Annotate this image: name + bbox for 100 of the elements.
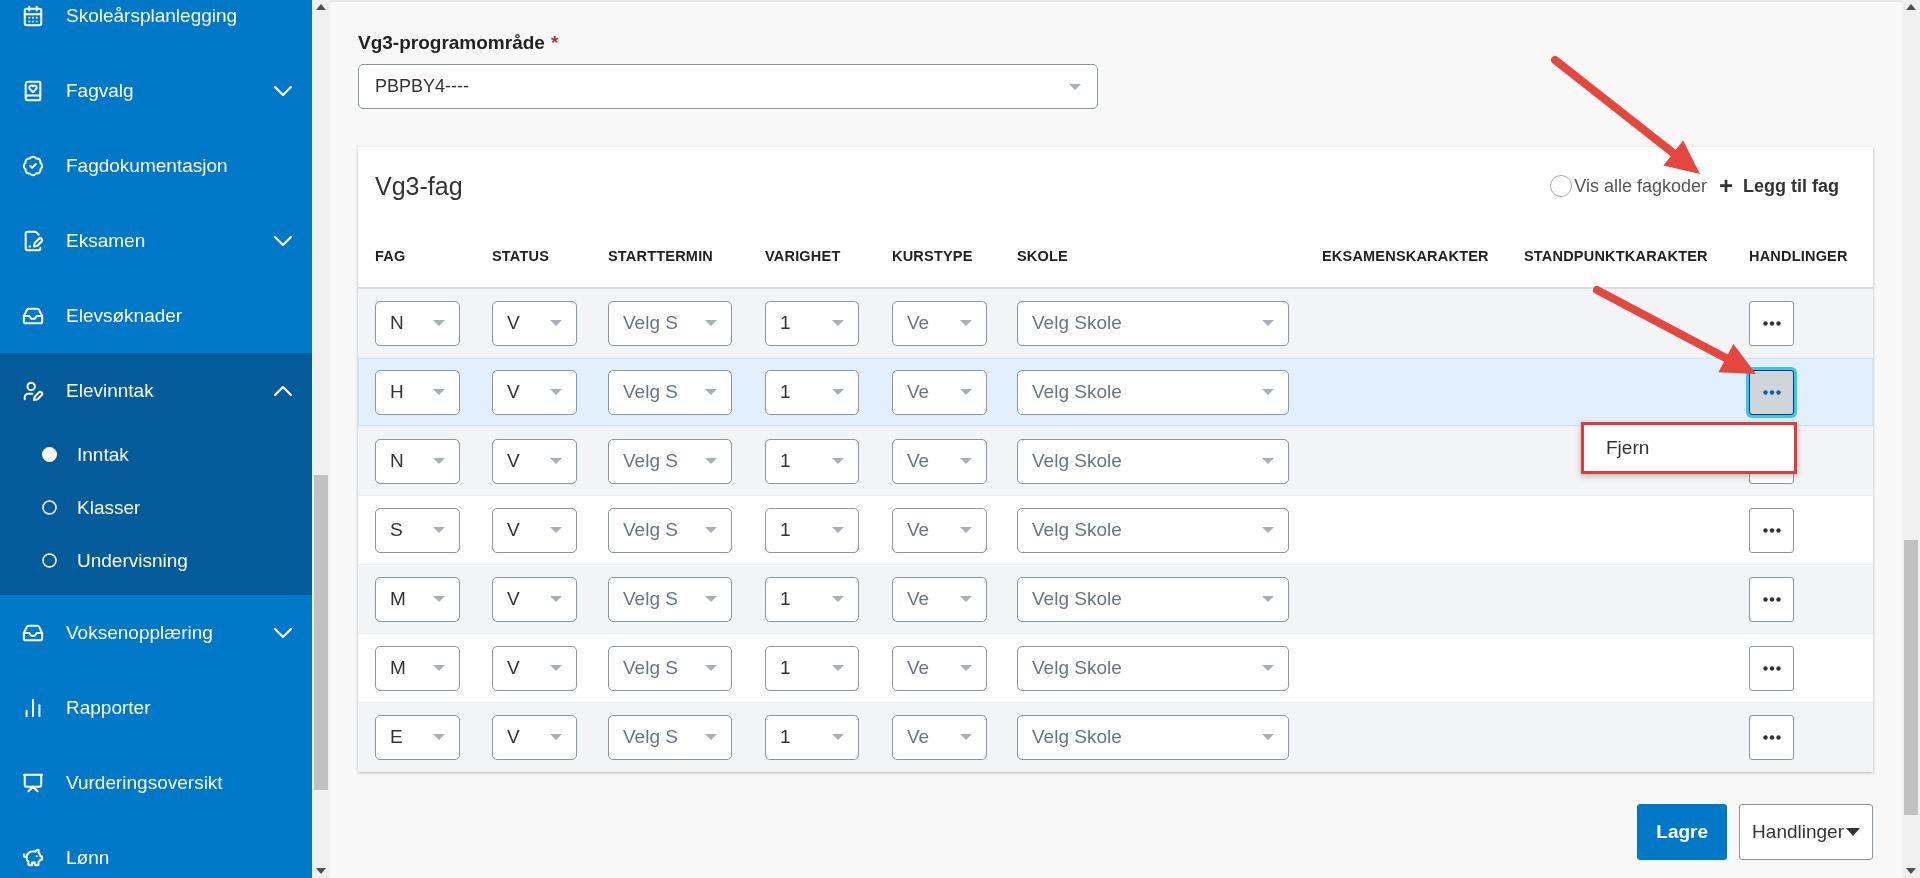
select-field[interactable]: Ve — [892, 714, 987, 760]
caret-icon — [1262, 389, 1274, 395]
more-icon — [1762, 389, 1781, 395]
actions-button[interactable] — [1749, 369, 1794, 415]
caret-icon — [550, 458, 562, 464]
more-icon — [1762, 527, 1781, 533]
caret-icon — [705, 665, 717, 671]
caret-icon — [550, 320, 562, 326]
select-field[interactable]: Velg Skole — [1017, 576, 1289, 622]
caret-icon — [550, 389, 562, 395]
select-field[interactable]: 1 — [765, 300, 859, 346]
sidebar-icon — [22, 846, 44, 869]
show-all-checkbox[interactable]: Vis alle fagkoder — [1550, 175, 1707, 197]
select-field[interactable]: Ve — [892, 300, 987, 346]
select-field[interactable]: Velg Skole — [1017, 714, 1289, 760]
select-field[interactable]: 1 — [765, 438, 859, 484]
sidebar-item[interactable]: Rapporter — [0, 670, 312, 745]
sidebar-item[interactable]: Vurderingsoversikt — [0, 745, 312, 820]
select-field[interactable]: Velg S — [608, 300, 732, 346]
select-field[interactable]: H — [375, 369, 460, 415]
select-field[interactable]: N — [375, 438, 460, 484]
sidebar-item[interactable]: Eksamen — [0, 203, 312, 278]
select-field[interactable]: 1 — [765, 369, 859, 415]
card-title: Vg3-fag — [375, 171, 464, 201]
sidebar-icon — [22, 4, 44, 27]
select-field[interactable]: V — [492, 576, 577, 622]
scrollbar[interactable] — [1902, 0, 1920, 878]
select-field[interactable]: M — [375, 576, 460, 622]
select-field[interactable]: Velg Skole — [1017, 507, 1289, 553]
sidebar-item[interactable]: Fagvalg — [0, 53, 312, 128]
actions-button[interactable] — [1749, 507, 1794, 553]
select-field[interactable]: M — [375, 645, 460, 691]
caret-icon — [832, 734, 844, 740]
select-field[interactable]: V — [492, 300, 577, 346]
save-button[interactable]: Lagre — [1637, 804, 1728, 860]
actions-button[interactable] — [1749, 576, 1794, 622]
select-field[interactable]: Velg S — [608, 714, 732, 760]
select-field[interactable]: E — [375, 714, 460, 760]
caret-icon — [433, 734, 445, 740]
caret-icon — [832, 665, 844, 671]
select-field[interactable]: Ve — [892, 438, 987, 484]
sidebar-subitem[interactable]: Inntak — [0, 428, 312, 481]
add-subject-button[interactable]: + Legg til fag — [1719, 174, 1839, 198]
select-field[interactable]: Ve — [892, 645, 987, 691]
select-field[interactable]: Velg Skole — [1017, 438, 1289, 484]
sidebar-item[interactable]: Skoleårsplanlegging — [0, 0, 312, 53]
select-field[interactable]: Ve — [892, 507, 987, 553]
select-field[interactable]: Velg S — [608, 438, 732, 484]
column-header: HANDLINGER — [1749, 248, 1849, 264]
sidebar-item[interactable]: Voksenopplæring — [0, 595, 312, 670]
caret-icon — [1262, 665, 1274, 671]
caret-icon — [1846, 828, 1860, 836]
sidebar-item[interactable]: Fagdokumentasjon — [0, 128, 312, 203]
select-field[interactable]: Velg S — [608, 507, 732, 553]
sidebar-icon — [22, 379, 44, 402]
program-select[interactable]: PBPBY4---- — [358, 64, 1098, 109]
caret-icon — [832, 596, 844, 602]
select-field[interactable]: V — [492, 438, 577, 484]
column-header: EKSAMENSKARAKTER — [1322, 248, 1490, 264]
select-field[interactable]: 1 — [765, 507, 859, 553]
select-field[interactable]: V — [492, 645, 577, 691]
caret-icon — [550, 734, 562, 740]
select-field[interactable]: S — [375, 507, 460, 553]
sidebar-subitem[interactable]: Klasser — [0, 481, 312, 534]
caret-icon — [705, 320, 717, 326]
select-field[interactable]: Velg Skole — [1017, 369, 1289, 415]
select-field[interactable]: 1 — [765, 645, 859, 691]
menu-item[interactable]: Fjern — [1584, 428, 1794, 467]
actions-button[interactable] — [1749, 714, 1794, 760]
select-field[interactable]: Velg S — [608, 645, 732, 691]
caret-icon — [705, 389, 717, 395]
sidebar-item[interactable]: Elevsøknader — [0, 278, 312, 353]
select-field[interactable]: Ve — [892, 369, 987, 415]
caret-icon — [960, 320, 972, 326]
select-field[interactable]: V — [492, 714, 577, 760]
sidebar-icon — [22, 154, 44, 177]
caret-icon — [832, 458, 844, 464]
scrollbar[interactable] — [312, 0, 330, 878]
caret-icon — [1262, 734, 1274, 740]
select-field[interactable]: Velg S — [608, 576, 732, 622]
select-field[interactable]: N — [375, 300, 460, 346]
column-header: VARIGHET — [765, 248, 842, 264]
actions-button[interactable] — [1749, 645, 1794, 691]
select-field[interactable]: 1 — [765, 714, 859, 760]
caret-icon — [960, 527, 972, 533]
sidebar-icon — [22, 771, 44, 794]
caret-icon — [1262, 320, 1274, 326]
caret-icon — [550, 665, 562, 671]
select-field[interactable]: Velg Skole — [1017, 300, 1289, 346]
actions-dropdown-button[interactable]: Handlinger — [1739, 804, 1873, 860]
sidebar-subitem[interactable]: Undervisning — [0, 534, 312, 587]
select-field[interactable]: 1 — [765, 576, 859, 622]
select-field[interactable]: V — [492, 507, 577, 553]
select-field[interactable]: Velg S — [608, 369, 732, 415]
select-field[interactable]: Ve — [892, 576, 987, 622]
select-field[interactable]: V — [492, 369, 577, 415]
select-field[interactable]: Velg Skole — [1017, 645, 1289, 691]
caret-icon — [1262, 458, 1274, 464]
actions-button[interactable] — [1749, 300, 1794, 346]
sidebar-item[interactable]: Lønn — [0, 820, 312, 878]
